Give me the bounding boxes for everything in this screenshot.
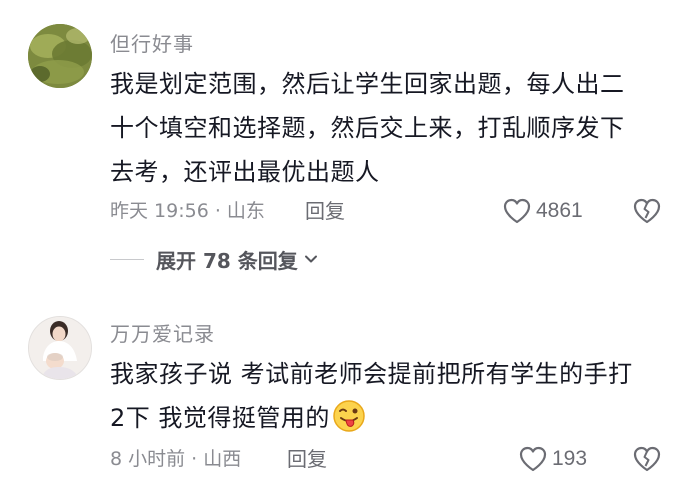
comment-line: 十个填空和选择题，然后交上来，打乱顺序发下 [110,114,625,142]
avatar[interactable] [28,24,92,88]
like-count: 4861 [536,199,583,222]
dislike-button[interactable] [632,445,662,473]
username[interactable]: 万万爱记录 [110,318,215,347]
reply-button[interactable]: 回复 [287,445,327,473]
comment-line: 我是划定范围，然后让学生回家出题，每人出二 [110,70,625,98]
comment-line: 我家孩子说 考试前老师会提前把所有学生的手打 [110,360,633,388]
comment-line-text: 2下 我觉得挺管用的 [110,404,330,432]
heart-outline-icon [519,446,547,472]
heart-outline-icon [503,198,531,224]
comment-line: 去考，还评出最优出题人 [110,158,380,186]
comment-text: 我是划定范围，然后让学生回家出题，每人出二 十个填空和选择题，然后交上来，打乱顺… [110,62,670,194]
avatar-image [28,24,92,88]
chevron-down-icon [304,255,317,263]
expand-replies[interactable]: 展开 78 条回复 [110,244,320,274]
broken-heart-icon [633,198,661,224]
tongue-wink-emoji [333,400,365,432]
comment-line: 2下 我觉得挺管用的 [110,396,670,440]
avatar-image [29,317,91,379]
time-location: 8 小时前 · 山西 [110,448,242,470]
time-location: 昨天 19:56 · 山东 [110,200,265,222]
dislike-button[interactable] [632,197,662,225]
like-count: 193 [552,447,588,470]
broken-heart-icon [633,446,661,472]
expand-replies-label: 展开 78 条回复 [156,248,298,273]
like-button[interactable]: 4861 [502,197,583,225]
comment-text: 我家孩子说 考试前老师会提前把所有学生的手打 2下 我觉得挺管用的 [110,352,670,440]
like-button[interactable]: 193 [518,445,587,473]
avatar[interactable] [28,316,92,380]
reply-button[interactable]: 回复 [305,197,345,225]
username[interactable]: 但行好事 [110,28,194,57]
divider [110,258,144,260]
